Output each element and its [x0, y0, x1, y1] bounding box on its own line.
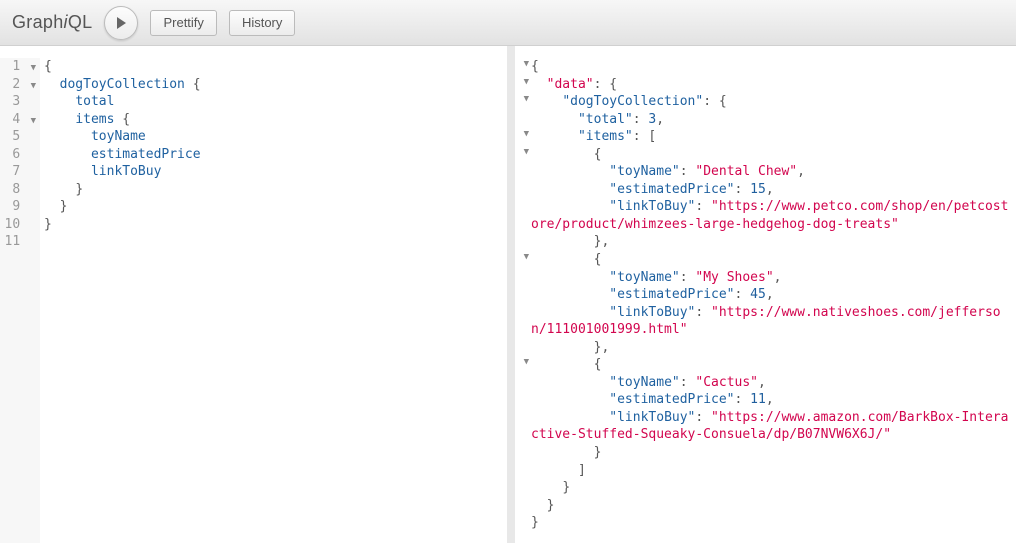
graphiql-logo: GraphiQL: [12, 12, 92, 33]
play-icon: [114, 16, 128, 30]
logo-text-prefix: Graph: [12, 12, 64, 32]
query-line-gutter: 1 ▼2 ▼3 4 ▼5 6 7 8 9 10 11: [0, 58, 40, 543]
toolbar: GraphiQL Prettify History: [0, 0, 1016, 46]
result-pane: ▼▼▼▼▼▼▼ { "data": { "dogToyCollection": …: [515, 46, 1016, 543]
history-button[interactable]: History: [229, 10, 295, 36]
result-fold-gutter: ▼▼▼▼▼▼▼: [515, 58, 531, 543]
result-viewer[interactable]: { "data": { "dogToyCollection": { "total…: [531, 58, 1016, 543]
logo-text-suffix: QL: [68, 12, 93, 32]
execute-button[interactable]: [104, 6, 138, 40]
editor-panes: 1 ▼2 ▼3 4 ▼5 6 7 8 9 10 11 { dogToyColle…: [0, 46, 1016, 543]
query-editor-pane: 1 ▼2 ▼3 4 ▼5 6 7 8 9 10 11 { dogToyColle…: [0, 46, 515, 543]
prettify-button[interactable]: Prettify: [150, 10, 216, 36]
query-editor[interactable]: { dogToyCollection { total items { toyNa…: [40, 58, 507, 543]
